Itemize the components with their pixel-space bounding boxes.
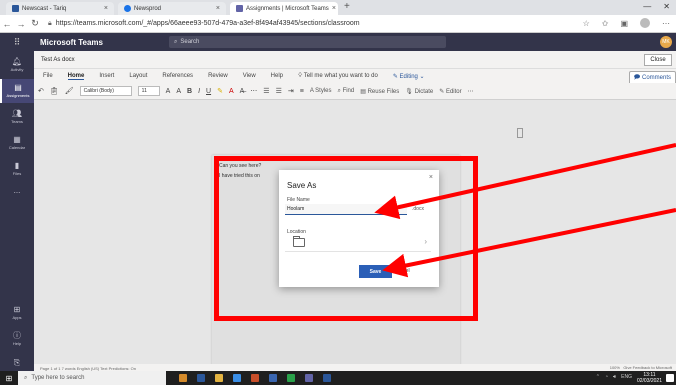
taskbar-app-icon[interactable] — [318, 371, 336, 385]
taskbar-app-icon[interactable] — [210, 371, 228, 385]
annotation-arrow-to-filename — [374, 143, 676, 220]
annotation-arrows — [374, 143, 676, 278]
taskbar-search-input[interactable]: ⌕ Type here to search — [18, 371, 166, 385]
clock[interactable]: 13:11 02/03/2021 — [637, 372, 662, 384]
taskbar-app-icon[interactable] — [174, 371, 192, 385]
taskbar-app-icon[interactable] — [246, 371, 264, 385]
chevron-up-icon[interactable]: ⌃ — [596, 374, 600, 380]
windows-taskbar: ⊞ ⌕ Type here to search ⌃ ◔ 🔊︎ ENG 13:11… — [0, 371, 676, 385]
windows-start-icon[interactable]: ⊞ — [0, 374, 18, 383]
taskbar-search-placeholder: Type here to search — [31, 375, 85, 381]
notifications-icon[interactable] — [666, 374, 674, 382]
taskbar-apps — [174, 371, 336, 385]
date: 02/03/2021 — [636, 378, 662, 384]
language-indicator[interactable]: ENG — [621, 374, 632, 380]
system-tray: ⌃ ◔ 🔊︎ ENG — [596, 374, 632, 380]
taskbar-app-icon[interactable] — [264, 371, 282, 385]
taskbar-app-icon[interactable] — [300, 371, 318, 385]
network-icon[interactable]: ◔ — [605, 374, 608, 380]
taskbar-app-icon[interactable] — [282, 371, 300, 385]
taskbar-app-icon[interactable] — [192, 371, 210, 385]
annotation-arrow-to-save — [382, 208, 676, 278]
volume-icon[interactable]: 🔊︎ — [613, 374, 616, 380]
taskbar-app-icon[interactable] — [228, 371, 246, 385]
search-icon: ⌕ — [24, 374, 28, 381]
